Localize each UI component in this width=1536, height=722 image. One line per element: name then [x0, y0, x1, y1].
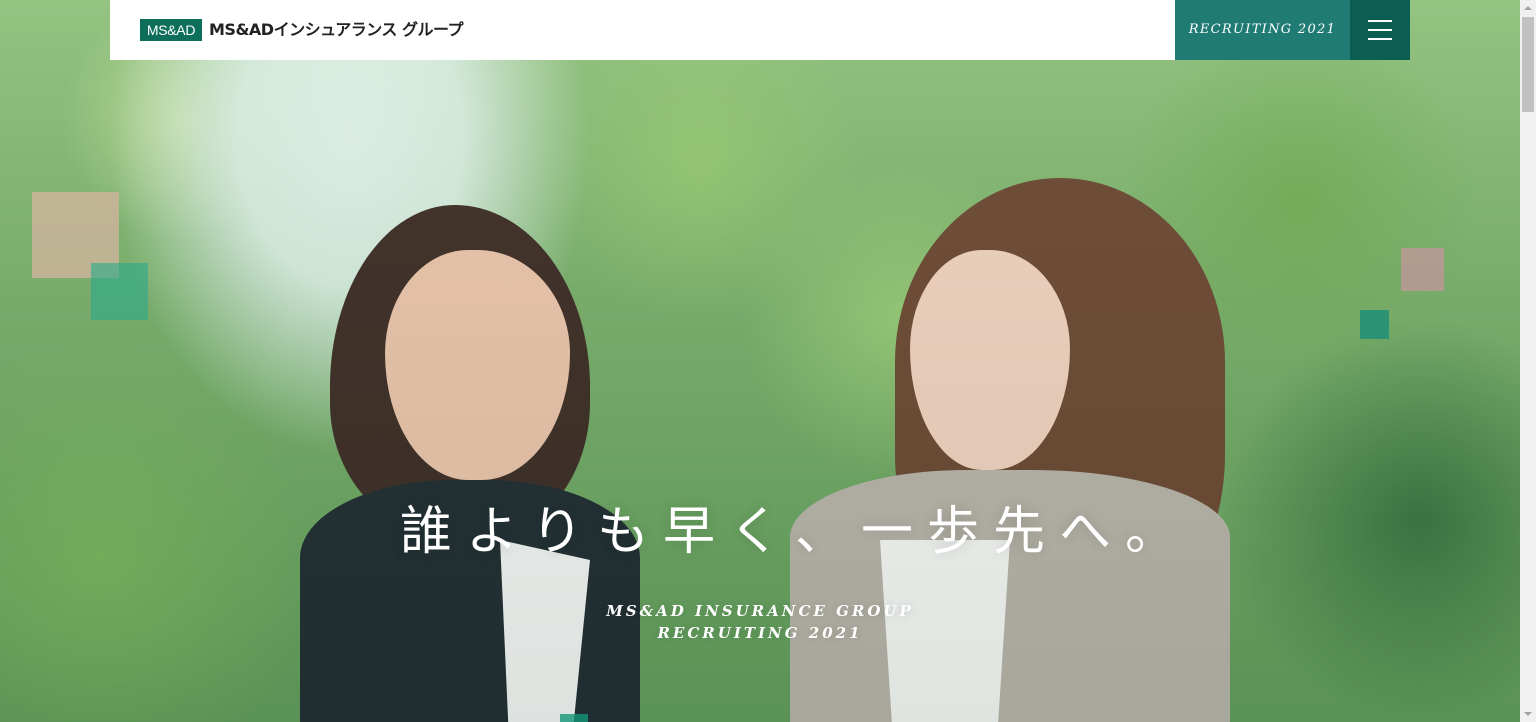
hamburger-icon — [1368, 20, 1392, 22]
scrollbar-thumb[interactable] — [1522, 17, 1534, 112]
scroll-up-arrow-icon[interactable] — [1520, 0, 1536, 16]
page: MS&AD MS&ADインシュアランス グループ RECRUITING 2021… — [0, 0, 1536, 722]
scroll-down-arrow-icon[interactable] — [1520, 706, 1536, 722]
hamburger-icon — [1368, 29, 1392, 31]
decor-square — [560, 714, 588, 722]
site-header: MS&AD MS&ADインシュアランス グループ — [110, 0, 1175, 60]
logo-mark: MS&AD — [140, 19, 202, 41]
decor-square — [1401, 248, 1444, 291]
hero-subtitle-line1: MS&AD INSURANCE GROUP — [606, 602, 914, 620]
menu-button[interactable] — [1350, 0, 1410, 60]
hamburger-icon — [1368, 38, 1392, 40]
logo-text: MS&ADインシュアランス グループ — [209, 20, 464, 39]
hero-subtitle-line2: RECRUITING 2021 — [657, 624, 863, 642]
decor-square — [91, 263, 148, 320]
decor-square — [1360, 310, 1389, 339]
vertical-scrollbar[interactable] — [1520, 0, 1536, 722]
recruiting-2021-button[interactable]: RECRUITING 2021 — [1175, 0, 1350, 60]
hero-subtitle: MS&AD INSURANCE GROUP RECRUITING 2021 — [560, 600, 960, 644]
hero-catchphrase: 誰よりも早く、一歩先へ。 — [400, 502, 1191, 562]
